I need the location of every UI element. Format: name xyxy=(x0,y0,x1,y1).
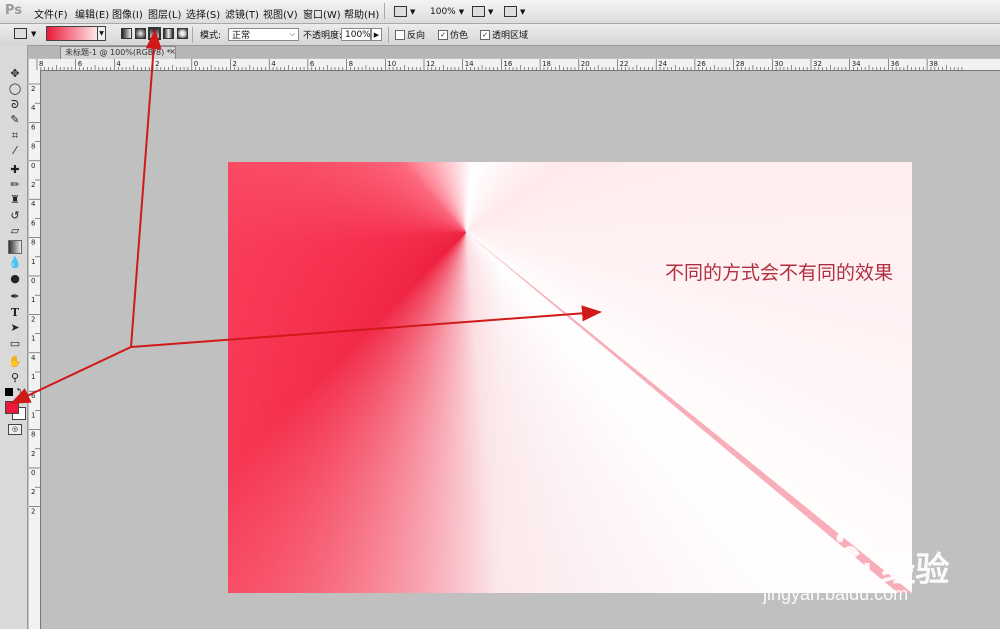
watermark-url: jingyan.baidu.com xyxy=(763,584,909,604)
arrow-to-color-swatch xyxy=(10,346,132,404)
arrow-to-canvas xyxy=(130,305,602,348)
arrow-to-gradient-type xyxy=(130,29,162,348)
